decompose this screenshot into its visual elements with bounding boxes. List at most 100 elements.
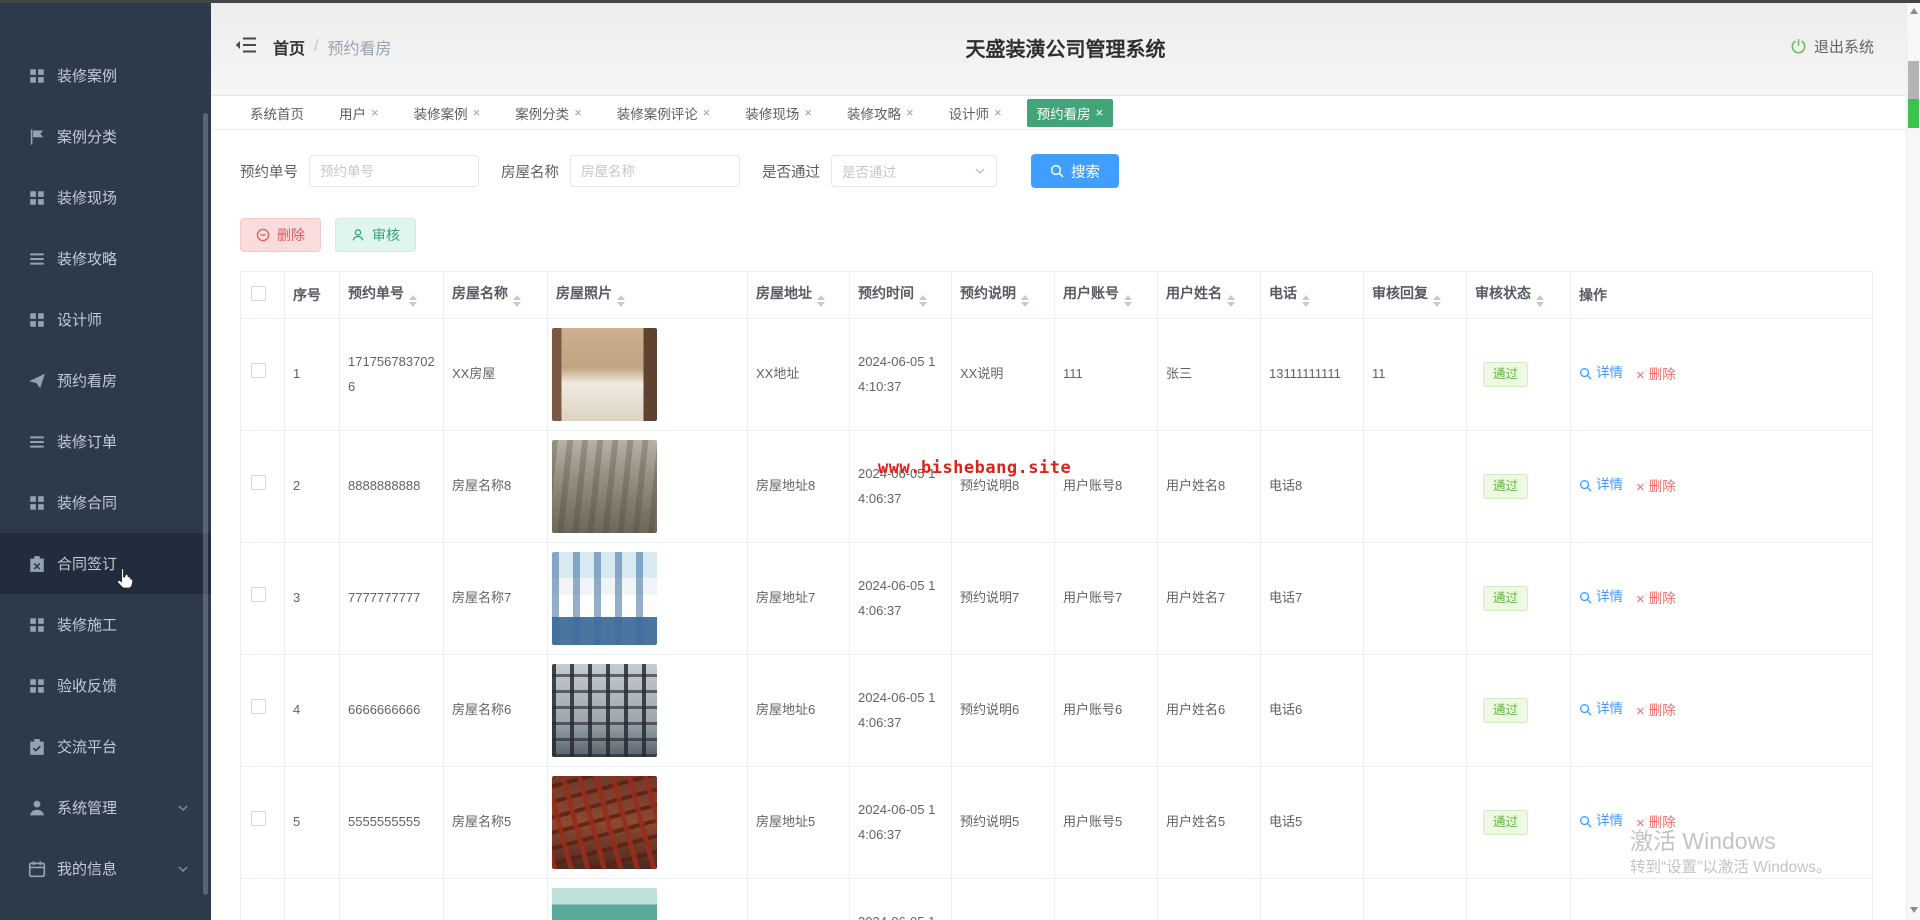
tab[interactable]: 用户×: [329, 99, 389, 127]
sidebar-item[interactable]: 装修合同: [0, 472, 211, 533]
column-header[interactable]: 预约说明: [952, 272, 1055, 319]
detail-link[interactable]: 详情: [1579, 361, 1623, 386]
detail-link[interactable]: 详情: [1579, 697, 1623, 722]
sidebar-item[interactable]: 装修攻略: [0, 228, 211, 289]
grid-icon: [28, 189, 46, 207]
page-scrollbar[interactable]: [1906, 3, 1920, 920]
sidebar-item[interactable]: 装修订单: [0, 411, 211, 472]
delete-button[interactable]: 删除: [240, 218, 321, 252]
audit-button[interactable]: 审核: [335, 218, 416, 252]
flag-icon: [28, 128, 46, 146]
time-cell: 2024-06-05 14:06:37: [850, 655, 952, 767]
address-cell: 房屋地址8: [748, 431, 850, 543]
row-select-cell: [241, 655, 285, 767]
row-checkbox[interactable]: [251, 363, 266, 378]
column-header[interactable]: 电话: [1261, 272, 1364, 319]
sort-carets[interactable]: [1302, 295, 1310, 307]
column-header[interactable]: 用户姓名: [1158, 272, 1261, 319]
tab-label: 装修现场: [745, 103, 799, 123]
column-header[interactable]: 用户账号: [1055, 272, 1158, 319]
delete-link[interactable]: ×删除: [1636, 475, 1676, 500]
column-header[interactable]: 房屋照片: [548, 272, 748, 319]
tab-close-icon[interactable]: ×: [994, 106, 1002, 119]
sidebar-item[interactable]: 装修现场: [0, 167, 211, 228]
sort-carets[interactable]: [1227, 295, 1235, 307]
row-checkbox[interactable]: [251, 587, 266, 602]
sort-carets[interactable]: [617, 295, 625, 307]
sidebar-item[interactable]: 合同签订: [0, 533, 211, 594]
sort-carets[interactable]: [1124, 295, 1132, 307]
tab[interactable]: 系统首页: [240, 99, 314, 127]
select-all-checkbox[interactable]: [251, 286, 266, 301]
tab[interactable]: 案例分类 ×: [505, 99, 592, 127]
sidebar-item-label: 设计师: [57, 309, 102, 330]
sort-carets[interactable]: [409, 295, 417, 307]
sort-carets[interactable]: [817, 295, 825, 307]
sidebar-item[interactable]: 预约看房: [0, 350, 211, 411]
tab-label: 案例分类: [515, 103, 569, 123]
column-header[interactable]: 房屋名称: [444, 272, 548, 319]
actions-cell: 详情 ×删除: [1571, 319, 1873, 431]
sidebar-item[interactable]: 设计师: [0, 289, 211, 350]
tab[interactable]: 预约看房×: [1027, 99, 1114, 127]
tab[interactable]: 设计师×: [939, 99, 1012, 127]
row-select-cell: [241, 431, 285, 543]
detail-link[interactable]: 详情: [1579, 809, 1623, 834]
tab-close-icon[interactable]: ×: [574, 106, 582, 119]
order-no-input[interactable]: [309, 155, 479, 187]
tab-close-icon[interactable]: ×: [371, 106, 379, 119]
delete-link[interactable]: ×删除: [1636, 363, 1676, 388]
sidebar-item[interactable]: 装修施工: [0, 594, 211, 655]
table-row: 37777777777房屋名称7房屋地址72024-06-05 14:06:37…: [241, 543, 1873, 655]
reply-cell: 11: [1364, 319, 1467, 431]
tab-close-icon[interactable]: ×: [703, 106, 711, 119]
row-checkbox[interactable]: [251, 699, 266, 714]
sidebar-item[interactable]: 验收反馈: [0, 655, 211, 716]
tab[interactable]: 装修现场 ×: [735, 99, 822, 127]
row-select-cell: [241, 319, 285, 431]
delete-link[interactable]: ×删除: [1636, 699, 1676, 724]
sort-carets[interactable]: [1536, 295, 1544, 307]
column-header: 操作: [1571, 272, 1873, 319]
house-name-input[interactable]: [570, 155, 740, 187]
column-header[interactable]: 预约时间: [850, 272, 952, 319]
scrollbar-thumb[interactable]: [1908, 61, 1919, 99]
column-header[interactable]: 审核回复: [1364, 272, 1467, 319]
sort-carets[interactable]: [1433, 295, 1441, 307]
sort-carets[interactable]: [513, 295, 521, 307]
detail-link[interactable]: 详情: [1579, 585, 1623, 610]
scroll-up-arrow-icon[interactable]: [1910, 8, 1918, 14]
appointment-table: 序号预约单号房屋名称房屋照片房屋地址预约时间预约说明用户账号用户姓名电话审核回复…: [240, 271, 1873, 920]
column-header[interactable]: 预约单号: [340, 272, 444, 319]
tab[interactable]: 装修案例评论×: [607, 99, 721, 127]
sidebar-item[interactable]: 交流平台: [0, 716, 211, 777]
sort-carets[interactable]: [919, 295, 927, 307]
tab-close-icon[interactable]: ×: [906, 106, 914, 119]
lines-icon: [28, 433, 46, 451]
tab-close-icon[interactable]: ×: [473, 106, 481, 119]
tab-close-icon[interactable]: ×: [804, 106, 812, 119]
delete-link[interactable]: ×删除: [1636, 587, 1676, 612]
row-checkbox[interactable]: [251, 811, 266, 826]
pass-filter-select[interactable]: 是否通过: [831, 155, 997, 187]
sidebar-item[interactable]: 系统管理: [0, 777, 211, 838]
sidebar-item[interactable]: 我的信息: [0, 838, 211, 899]
sidebar-item-label: 案例分类: [57, 126, 117, 147]
column-header[interactable]: 房屋地址: [748, 272, 850, 319]
column-header[interactable]: 审核状态: [1467, 272, 1571, 319]
tab[interactable]: 装修攻略×: [837, 99, 924, 127]
sidebar-item-label: 交流平台: [57, 736, 117, 757]
search-button[interactable]: 搜索: [1031, 154, 1119, 188]
column-header-label: 审核状态: [1475, 285, 1531, 301]
detail-link[interactable]: 详情: [1579, 473, 1623, 498]
tab-close-icon[interactable]: ×: [1096, 106, 1104, 119]
sort-carets[interactable]: [1021, 295, 1029, 307]
scroll-down-arrow-icon[interactable]: [1910, 907, 1918, 913]
sidebar-item[interactable]: 案例分类: [0, 106, 211, 167]
tab[interactable]: 装修案例×: [404, 99, 491, 127]
sidebar-scrollbar-thumb[interactable]: [203, 113, 208, 895]
row-checkbox[interactable]: [251, 475, 266, 490]
sidebar-item[interactable]: 装修案例: [0, 45, 211, 106]
sidebar-item-label: 我的信息: [57, 858, 117, 879]
logout-button[interactable]: 退出系统: [1790, 36, 1874, 57]
